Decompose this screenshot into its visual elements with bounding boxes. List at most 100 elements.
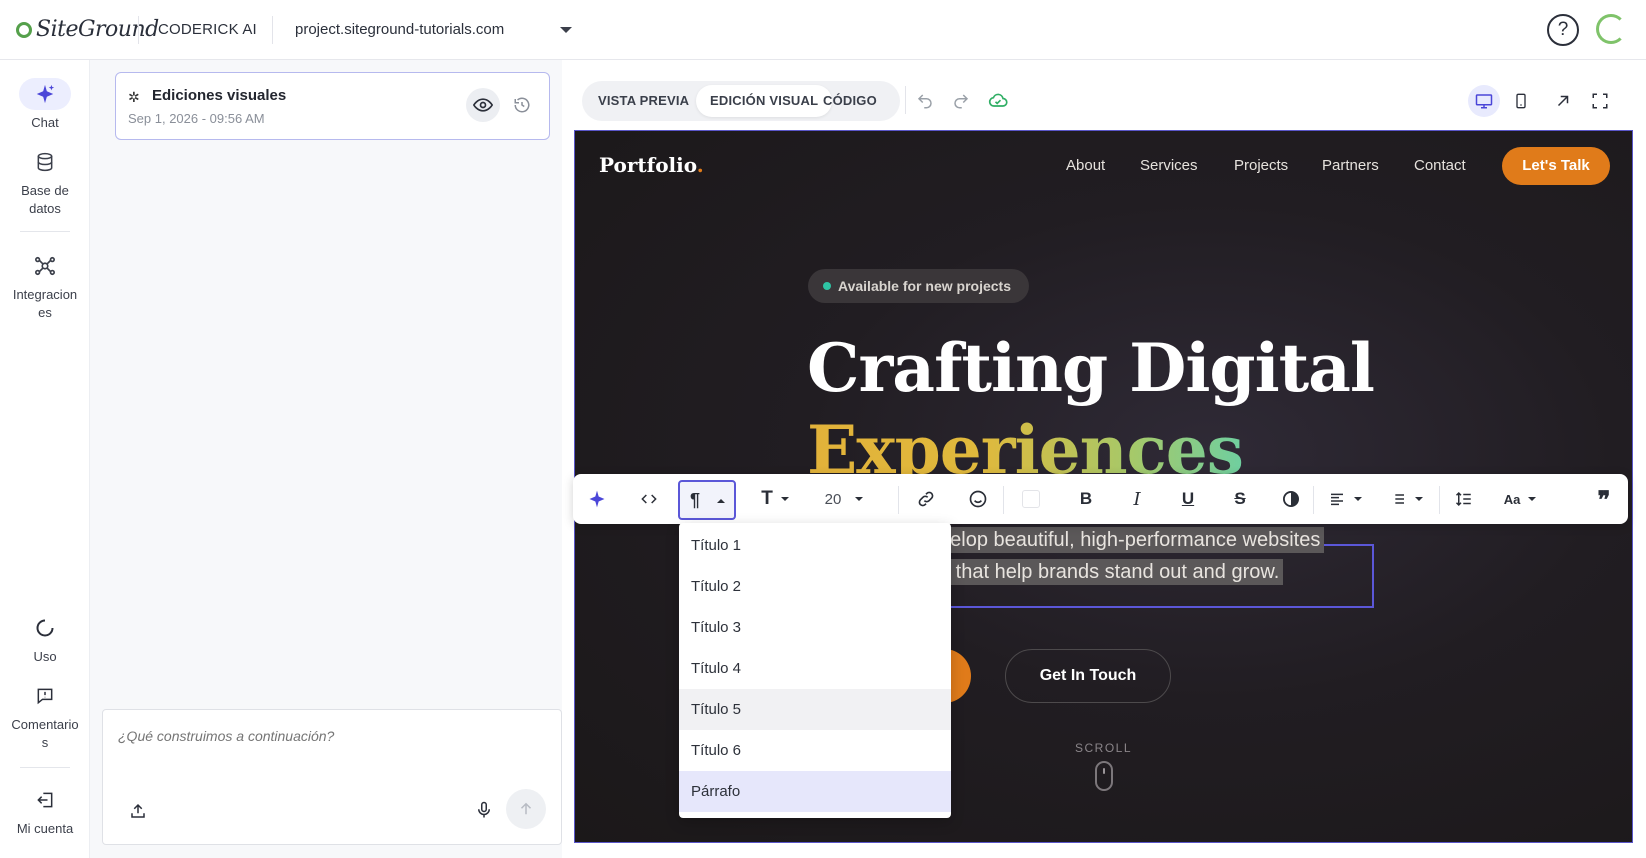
logo-text: SiteGround bbox=[36, 17, 159, 42]
account-icon bbox=[19, 784, 71, 816]
scroll-label: SCROLL bbox=[1075, 741, 1133, 755]
chevron-down-icon bbox=[855, 497, 864, 501]
site-logo-dot: . bbox=[696, 153, 704, 177]
open-external-button[interactable] bbox=[1551, 89, 1575, 113]
save-cloud-button[interactable] bbox=[986, 89, 1010, 113]
link-button[interactable] bbox=[913, 483, 939, 515]
list-button[interactable] bbox=[1384, 483, 1428, 515]
emoji-button[interactable] bbox=[965, 483, 991, 515]
visual-edits-card[interactable]: ✲ Ediciones visuales Sep 1, 2026 - 09:56… bbox=[115, 72, 550, 140]
help-button[interactable]: ? bbox=[1547, 14, 1579, 46]
nav-label: Chat bbox=[31, 115, 59, 130]
font-size-value: 20 bbox=[824, 490, 842, 508]
redo-icon bbox=[954, 94, 969, 109]
hero-paragraph[interactable]: evelop beautiful, high-performance websi… bbox=[925, 524, 1375, 588]
siteground-logo-icon bbox=[16, 21, 32, 38]
lets-talk-button[interactable]: Let's Talk bbox=[1502, 147, 1610, 185]
microphone-button[interactable] bbox=[475, 800, 493, 825]
desktop-view-button[interactable] bbox=[1472, 89, 1496, 113]
edit-card-timestamp: Sep 1, 2026 - 09:56 AM bbox=[128, 111, 265, 126]
nav-item-integrations[interactable]: Integraciones bbox=[0, 250, 90, 322]
option-paragraph[interactable]: Párrafo bbox=[679, 771, 951, 812]
get-in-touch-button[interactable]: Get In Touch bbox=[1005, 649, 1171, 703]
text-color-button[interactable] bbox=[1018, 483, 1044, 515]
nav-label: Integraciones bbox=[12, 287, 78, 320]
chevron-down-icon[interactable] bbox=[560, 27, 572, 33]
divider bbox=[898, 486, 899, 514]
divider bbox=[905, 86, 906, 114]
tab-code[interactable]: CÓDIGO bbox=[809, 85, 891, 117]
nav-item-chat[interactable]: Chat bbox=[0, 78, 90, 132]
nav-item-usage[interactable]: Uso bbox=[0, 612, 90, 666]
html-code-button[interactable] bbox=[635, 483, 663, 515]
upload-button[interactable] bbox=[129, 802, 147, 825]
undo-button[interactable] bbox=[913, 89, 937, 113]
chevron-up-icon bbox=[717, 499, 725, 503]
emoji-icon bbox=[969, 490, 987, 508]
site-logo[interactable]: Portfolio. bbox=[599, 153, 704, 177]
highlight-button[interactable] bbox=[1278, 483, 1304, 515]
site-nav-contact[interactable]: Contact bbox=[1414, 157, 1466, 174]
nav-divider bbox=[20, 231, 70, 232]
option-heading-4[interactable]: Título 4 bbox=[679, 648, 951, 689]
bold-button[interactable]: B bbox=[1073, 483, 1099, 515]
availability-badge[interactable]: Available for new projects bbox=[808, 269, 1029, 303]
font-size-selector[interactable]: 20 bbox=[819, 483, 869, 515]
microphone-icon bbox=[478, 801, 490, 818]
chat-composer bbox=[102, 709, 562, 845]
domain-selector[interactable]: project.siteground-tutorials.com bbox=[295, 21, 504, 38]
account-swirl-icon[interactable] bbox=[1596, 14, 1626, 44]
site-nav-projects[interactable]: Projects bbox=[1234, 157, 1288, 174]
option-heading-2[interactable]: Título 2 bbox=[679, 566, 951, 607]
underline-button[interactable]: U bbox=[1175, 483, 1201, 515]
divider bbox=[1003, 486, 1004, 514]
divider bbox=[1439, 486, 1440, 514]
color-swatch-icon bbox=[1022, 490, 1040, 508]
nav-label: Base de datos bbox=[21, 183, 69, 216]
fullscreen-icon bbox=[1592, 93, 1608, 109]
mobile-view-button[interactable] bbox=[1509, 89, 1533, 113]
status-dot bbox=[823, 282, 831, 290]
tab-preview[interactable]: VISTA PREVIA bbox=[584, 85, 703, 117]
line-height-button[interactable] bbox=[1451, 483, 1477, 515]
strikethrough-button[interactable]: S bbox=[1227, 483, 1253, 515]
nav-item-feedback[interactable]: Comentarios bbox=[0, 680, 90, 752]
nav-item-account[interactable]: Mi cuenta bbox=[0, 784, 90, 838]
text-t-icon: T bbox=[761, 488, 773, 509]
arrow-up-icon bbox=[520, 802, 532, 815]
arrow-up-right-icon bbox=[1557, 95, 1569, 107]
nav-label: Uso bbox=[33, 649, 57, 664]
redo-button[interactable] bbox=[949, 89, 973, 113]
site-nav-about[interactable]: About bbox=[1066, 157, 1105, 174]
history-icon bbox=[514, 97, 530, 113]
text-transform-button[interactable]: Aa bbox=[1498, 483, 1542, 515]
site-nav-services[interactable]: Services bbox=[1140, 157, 1198, 174]
align-button[interactable] bbox=[1323, 483, 1367, 515]
option-heading-3[interactable]: Título 3 bbox=[679, 607, 951, 648]
text-format-toolbar: ¶ T 20 B I U S Aa ❞ bbox=[573, 474, 1628, 524]
italic-button[interactable]: I bbox=[1124, 483, 1150, 515]
site-nav-partners[interactable]: Partners bbox=[1322, 157, 1379, 174]
option-heading-6[interactable]: Título 6 bbox=[679, 730, 951, 771]
align-left-icon bbox=[1331, 493, 1343, 506]
fullscreen-button[interactable] bbox=[1588, 89, 1612, 113]
sparkle-icon bbox=[19, 78, 71, 110]
send-button[interactable] bbox=[506, 789, 546, 829]
quote-button[interactable]: ❞ bbox=[1591, 483, 1617, 515]
pilcrow-icon: ¶ bbox=[690, 490, 701, 510]
mobile-icon bbox=[1516, 93, 1526, 109]
nav-item-database[interactable]: Base de datos bbox=[0, 146, 90, 218]
option-heading-5[interactable]: Título 5 bbox=[679, 689, 951, 730]
block-type-selector[interactable]: ¶ bbox=[678, 480, 736, 520]
option-heading-1[interactable]: Título 1 bbox=[679, 525, 951, 566]
restore-button[interactable] bbox=[509, 92, 535, 118]
text-style-button[interactable]: T bbox=[753, 483, 797, 515]
desktop-icon bbox=[1475, 94, 1493, 109]
hero-title-line1[interactable]: Crafting Digital bbox=[807, 329, 1375, 407]
chat-input[interactable] bbox=[118, 728, 538, 744]
preview-eye-button[interactable] bbox=[466, 88, 500, 122]
ai-sparkle-button[interactable] bbox=[585, 483, 609, 515]
nav-divider bbox=[20, 767, 70, 768]
eye-icon bbox=[473, 98, 493, 112]
hero-paragraph-line1: evelop beautiful, high-performance websi… bbox=[925, 527, 1325, 553]
